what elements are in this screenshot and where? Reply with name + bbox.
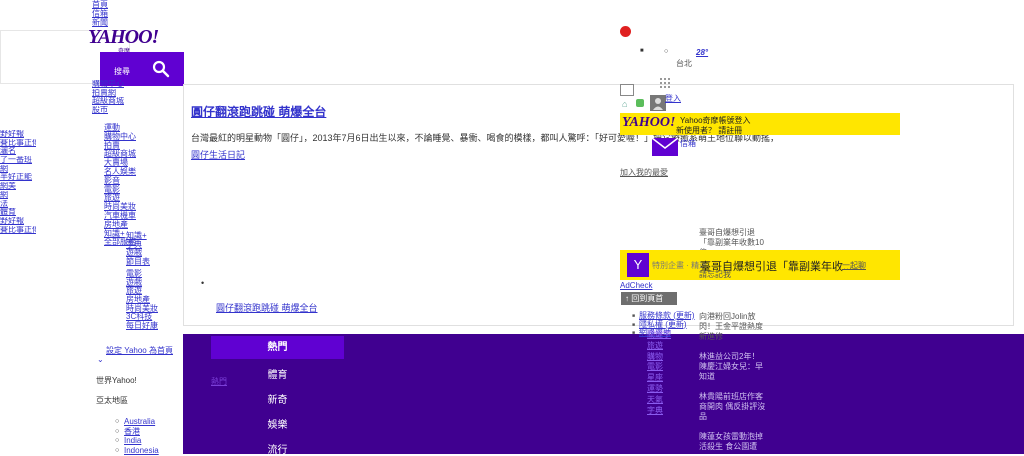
news-line: 活殺生 食公園遭 xyxy=(699,442,758,451)
edge-item[interactable]: 網美 xyxy=(0,182,36,191)
back-to-top-label: 回到頁首 xyxy=(631,294,664,303)
news-line: 商開肉 偶反掛評沒 xyxy=(699,402,766,411)
left-nav-item[interactable]: 超級商城 xyxy=(92,97,182,106)
promo-line: 「靠副業年收數10 xyxy=(699,238,764,247)
edge-item[interactable]: 網 xyxy=(0,165,36,174)
edge-item[interactable]: 法 xyxy=(0,200,36,209)
bullet-icon: ■ xyxy=(640,48,644,54)
left-nav-item[interactable]: 股市 xyxy=(92,106,182,115)
bookmark-link[interactable]: 加入我的最愛 xyxy=(620,167,668,178)
left-overlay-list: 知識+ 字典 遊戲 節目表 xyxy=(126,231,150,267)
overlay-item[interactable]: 節目表 xyxy=(126,257,150,267)
ghost-item[interactable]: 購物 xyxy=(647,352,671,363)
tab-hot[interactable]: 熱門 xyxy=(211,336,344,359)
back-to-top-button[interactable]: ↑ 回到頁首 xyxy=(621,292,677,305)
yahoo-mini-logo: YAHOO! xyxy=(622,115,676,130)
edge-item[interactable]: 半好正能 xyxy=(0,173,36,182)
left-edge-list: 野好報 賽比事正傳 灑名 了一番班 網 半好正能 網美 網 法 體育 野好報 賽… xyxy=(0,130,36,234)
apac-label: 亞太地區 xyxy=(96,396,128,405)
left-nav-item[interactable]: 拍賣網 xyxy=(92,89,182,98)
edge-item[interactable]: 野好報 xyxy=(0,217,36,226)
ghost-item[interactable]: 電影 xyxy=(647,362,671,373)
news-line: 新進修 xyxy=(699,332,723,341)
edge-item[interactable]: 灑名 xyxy=(0,147,36,156)
copy-icon[interactable] xyxy=(620,84,634,96)
left-services-sublist: 電影 遊戲 旅遊 房地產 時尚美妝 3C科技 每日好康 xyxy=(126,269,158,331)
country-item[interactable]: Australia xyxy=(115,417,159,427)
weather-city: 台北 xyxy=(676,59,692,68)
login-link[interactable]: 登入 xyxy=(665,93,681,104)
tab-novel[interactable]: 新奇 xyxy=(211,391,344,406)
mail-icon[interactable] xyxy=(652,138,678,156)
ghost-item[interactable]: 運勢 xyxy=(647,384,671,395)
yahoo-y-icon: Y xyxy=(627,253,649,277)
bullet-icon: • xyxy=(201,278,205,288)
featured-link[interactable]: 圓仔翻滾跑跳碰 萌爆全台 xyxy=(216,301,318,314)
edge-item[interactable]: 賽比事正傳 xyxy=(0,139,36,148)
promo-line: 請忘記我 xyxy=(699,270,731,279)
country-item[interactable]: India xyxy=(115,436,159,446)
search-button-label: 搜尋 xyxy=(114,67,130,76)
news-line: 陳慶江婦女兒：早 xyxy=(699,362,763,371)
apps-grid-icon[interactable] xyxy=(660,78,670,88)
notification-dot xyxy=(620,26,631,37)
edge-item[interactable]: 賽比事正傳 xyxy=(0,226,36,235)
adcheck-link[interactable]: AdCheck xyxy=(620,281,652,290)
ghost-item[interactable]: 關鍵字 xyxy=(647,330,671,341)
edge-item[interactable]: 體育 xyxy=(0,208,36,217)
tab-sports[interactable]: 體育 xyxy=(211,366,344,381)
ghost-item[interactable]: 星座 xyxy=(647,373,671,384)
featured-headline[interactable]: 圓仔翻滾跑跳碰 萌爆全台 xyxy=(191,103,326,120)
news-line: 品 xyxy=(699,412,707,421)
news-line: 林貴陽前班店作客 xyxy=(699,392,763,401)
featured-tag-link[interactable]: 圓仔生活日記 xyxy=(191,148,245,161)
chevron-down-icon[interactable]: ⌄ xyxy=(97,355,104,364)
weather-temp[interactable]: 28° xyxy=(696,48,708,57)
nav-home[interactable]: 首頁 xyxy=(92,0,152,9)
subservice-item[interactable]: 每日好康 xyxy=(126,321,158,331)
user-icon[interactable] xyxy=(650,95,666,111)
world-yahoo-label: 世界Yahoo! xyxy=(96,376,137,385)
promo-line: 臺哥自爆想引退 xyxy=(699,228,755,237)
edge-item[interactable]: 野好報 xyxy=(0,130,36,139)
app-icon[interactable] xyxy=(636,99,644,107)
ghost-item[interactable]: 旅遊 xyxy=(647,341,671,352)
news-line: 閃！王金平證熱度 xyxy=(699,322,763,331)
circle-bullet-icon: ○ xyxy=(664,48,669,55)
edge-item[interactable]: 了一番班 xyxy=(0,156,36,165)
promo-more-link[interactable]: 一起聊 xyxy=(842,260,866,271)
search-icon xyxy=(152,60,170,78)
right-ghost-list: 關鍵字 旅遊 購物 電影 星座 運勢 天氣 字典 xyxy=(647,330,671,416)
left-nav: 購物中心 拍賣網 超級商城 股市 xyxy=(92,80,182,114)
ghost-item[interactable]: 字典 xyxy=(647,406,671,417)
nav-mail[interactable]: 信箱 xyxy=(92,9,152,18)
left-nav-item[interactable]: 購物中心 xyxy=(92,80,182,89)
ghost-item[interactable]: 天氣 xyxy=(647,395,671,406)
login-promo-sub: 新使用者？ 請註冊 xyxy=(676,126,743,135)
mail-label[interactable]: 信箱 xyxy=(680,138,696,149)
top-nav: 首頁 信箱 新聞 xyxy=(92,0,152,27)
country-list: Australia 香港 India Indonesia xyxy=(115,417,159,455)
home-icon[interactable]: ⌂ xyxy=(622,99,627,109)
country-item[interactable]: 香港 xyxy=(115,427,159,437)
edge-item[interactable]: 網 xyxy=(0,191,36,200)
news-line: 林進益公司2年！ xyxy=(699,352,760,361)
left-services-list: 運動 購物中心 拍賣 超級商城 大賣場 名人娛樂 影音 電影 旅遊 時尚美妝 汽… xyxy=(104,123,136,247)
news-line: 陳蓮女孩雷動泡掉 xyxy=(699,432,763,441)
news-line: 向港粉回Jolin放 xyxy=(699,312,756,321)
news-line: 知道 xyxy=(699,372,715,381)
tab-entertainment[interactable]: 娛樂 xyxy=(211,416,344,431)
set-home-link[interactable]: 設定 Yahoo 為首頁 xyxy=(106,345,173,356)
